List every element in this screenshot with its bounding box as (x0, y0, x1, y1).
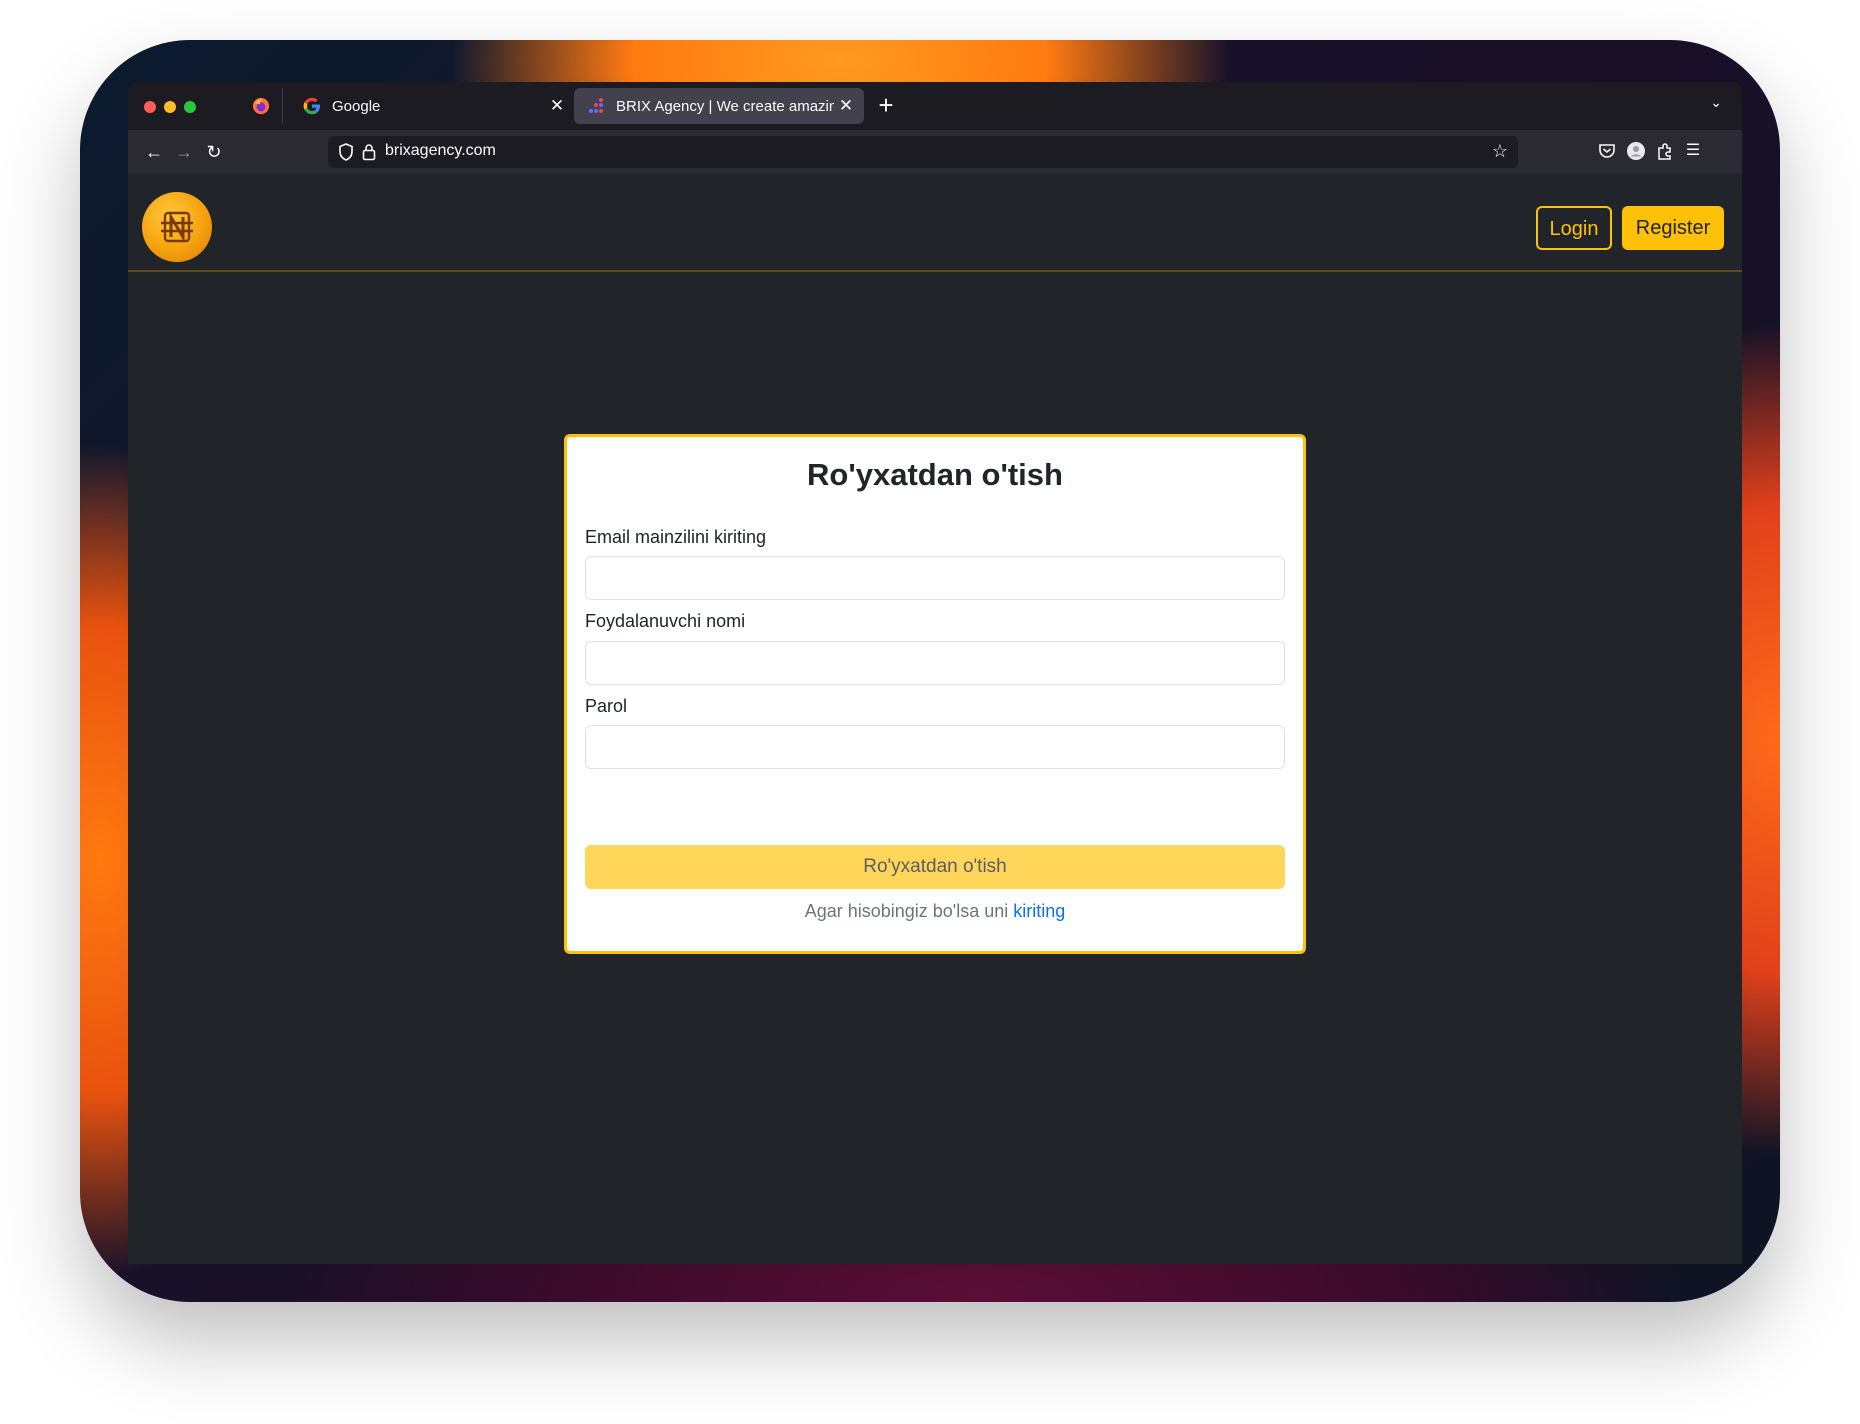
browser-window: Google ✕ BRIX Agency | We create amazing… (128, 82, 1742, 1264)
password-label: Parol (585, 696, 628, 716)
navigation-toolbar: ← → ↻ brixagency.com ☆ ☰ (128, 130, 1742, 174)
address-bar[interactable]: brixagency.com ☆ (328, 136, 1518, 168)
login-prompt-text: Agar hisobingiz bo'lsa uni (804, 901, 1009, 921)
login-button[interactable]: Login (1536, 206, 1612, 250)
close-window-button[interactable] (144, 101, 156, 113)
tab-title: BRIX Agency | We create amazing (616, 97, 834, 115)
register-submit-button[interactable]: Ro'yxatdan o'tish (585, 845, 1285, 889)
bookmark-star-icon[interactable]: ☆ (1492, 141, 1508, 162)
google-icon (303, 97, 320, 115)
site-header: Login Register (128, 174, 1742, 272)
maximize-window-button[interactable] (184, 101, 196, 113)
tab-bar: Google ✕ BRIX Agency | We create amazing… (128, 82, 1742, 130)
firefox-view-icon[interactable] (252, 97, 270, 115)
back-button[interactable]: ← (140, 138, 168, 166)
tab-title: Google (332, 97, 381, 115)
username-label: Foydalanuvchi nomi (585, 611, 746, 631)
form-title: Ro'yxatdan o'tish (807, 457, 1063, 492)
register-button[interactable]: Register (1622, 206, 1724, 250)
account-avatar-icon[interactable] (1625, 140, 1647, 162)
close-tab-icon[interactable]: ✕ (834, 96, 858, 116)
login-prompt: Agar hisobingiz bo'lsa uni kiriting (567, 901, 1303, 922)
forward-button[interactable]: → (170, 138, 198, 166)
logo-glyph-icon (161, 211, 193, 243)
username-field[interactable] (585, 641, 1285, 685)
pocket-icon[interactable] (1596, 140, 1618, 162)
minimize-window-button[interactable] (164, 101, 176, 113)
password-field[interactable] (585, 725, 1285, 769)
shield-icon[interactable] (338, 143, 354, 161)
reload-button[interactable]: ↻ (200, 138, 228, 166)
login-link[interactable]: kiriting (1013, 901, 1065, 921)
email-field[interactable] (585, 556, 1285, 600)
menu-icon[interactable]: ☰ (1682, 140, 1704, 162)
page-content: Login Register Ro'yxatdan o'tish Email m… (128, 174, 1742, 1264)
tab-google[interactable]: Google ✕ (290, 88, 575, 124)
email-label: Email mainzilini kiriting (585, 527, 767, 547)
register-form-card: Ro'yxatdan o'tish Email mainzilini kirit… (564, 434, 1306, 954)
close-tab-icon[interactable]: ✕ (545, 96, 569, 116)
url-text: brixagency.com (385, 142, 496, 159)
device-frame: Google ✕ BRIX Agency | We create amazing… (80, 40, 1780, 1302)
brix-icon (589, 98, 603, 113)
tab-list-icon[interactable]: ⌄ (1710, 94, 1722, 111)
site-logo[interactable] (142, 192, 212, 262)
extensions-icon[interactable] (1654, 140, 1676, 162)
tab-brix[interactable]: BRIX Agency | We create amazing ✕ (574, 88, 864, 124)
tab-separator (282, 88, 283, 124)
new-tab-button[interactable]: + (872, 91, 900, 119)
lock-icon[interactable] (362, 143, 376, 161)
